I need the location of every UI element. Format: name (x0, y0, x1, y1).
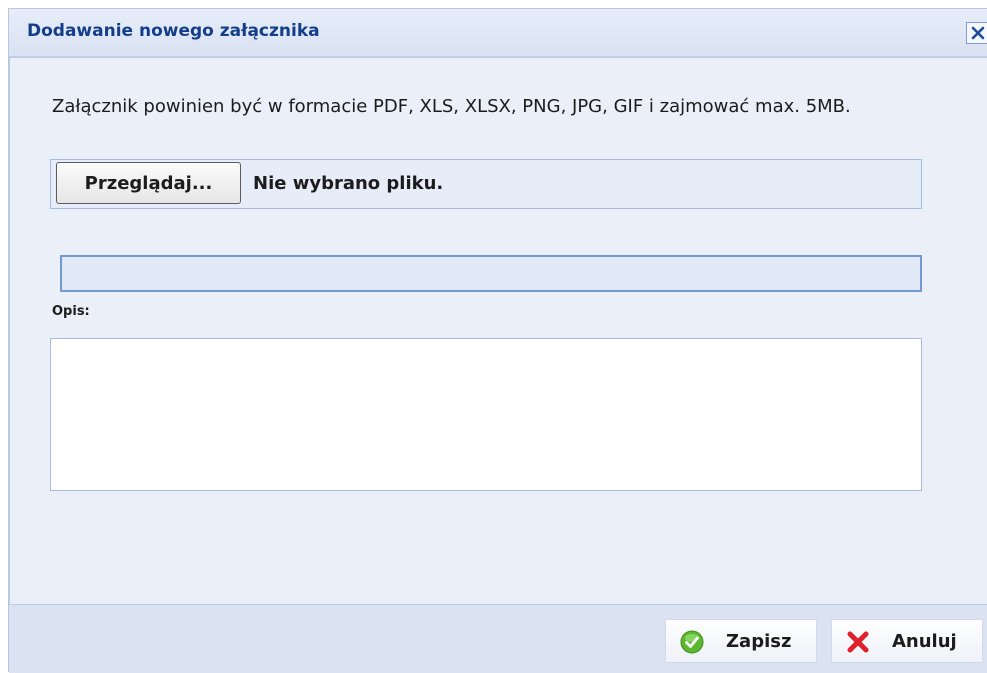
dialog-footer: Zapisz Anuluj (9, 605, 987, 673)
dialog-titlebar: Dodawanie nowego załącznika (9, 9, 987, 57)
attachment-name-input[interactable] (60, 255, 922, 292)
browse-button[interactable]: Przeglądaj... (56, 162, 241, 204)
cancel-button-label: Anuluj (892, 631, 957, 652)
description-textarea[interactable] (50, 338, 922, 491)
file-status-text: Nie wybrano pliku. (253, 173, 444, 194)
dialog-title: Dodawanie nowego załącznika (27, 21, 320, 41)
format-info-text: Załącznik powinien być w formacie PDF, X… (52, 96, 851, 117)
check-icon (680, 630, 704, 654)
attachment-dialog: Dodawanie nowego załącznika Załącznik po… (8, 8, 987, 673)
close-button[interactable] (966, 22, 987, 44)
description-label: Opis: (52, 304, 90, 319)
close-icon (971, 26, 984, 40)
save-button-label: Zapisz (726, 631, 792, 652)
cancel-button[interactable]: Anuluj (831, 619, 983, 663)
save-button[interactable]: Zapisz (665, 619, 817, 663)
dialog-content: Załącznik powinien być w formacie PDF, X… (9, 57, 987, 605)
file-input-row: Przeglądaj... Nie wybrano pliku. (50, 159, 922, 209)
cross-icon (847, 631, 869, 653)
